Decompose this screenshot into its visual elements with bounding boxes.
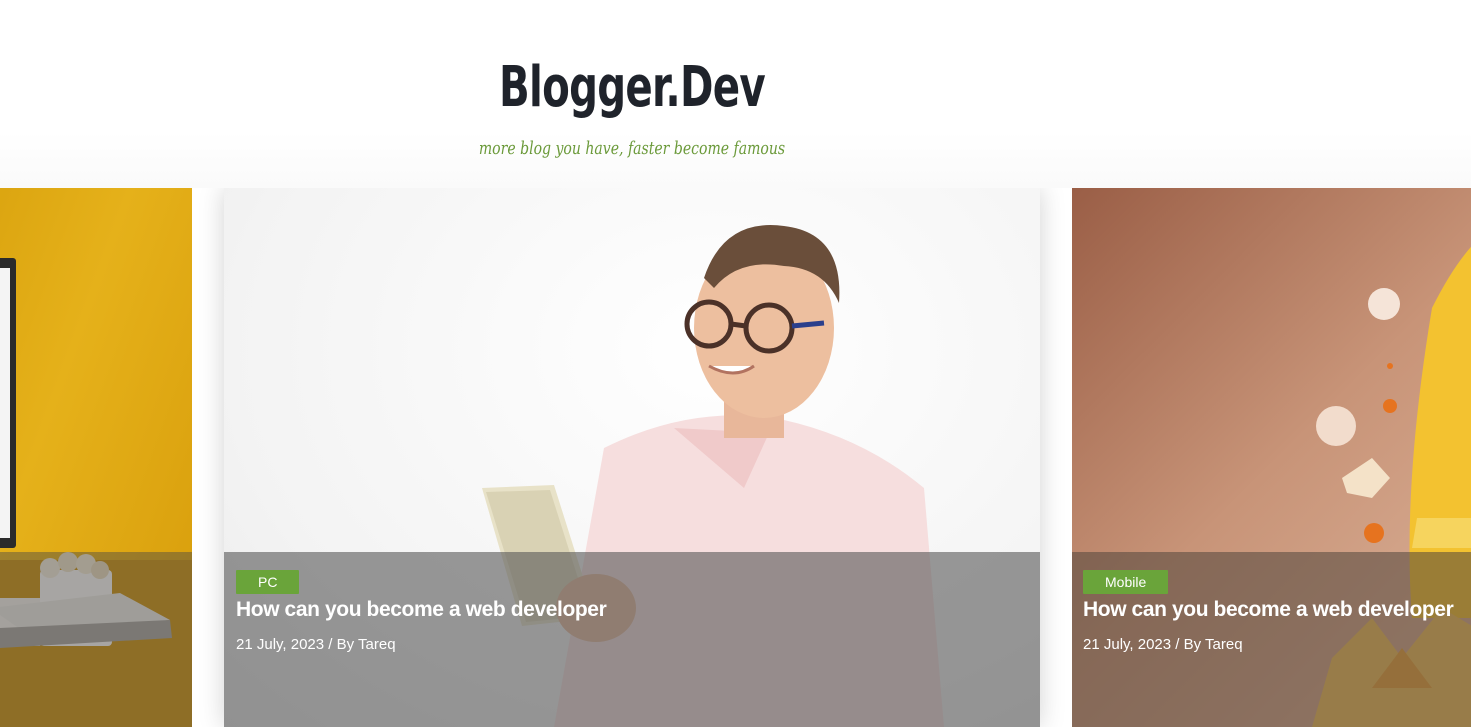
post-slider[interactable]: PC How can you become a web developer 21… bbox=[0, 188, 1471, 727]
slide-caption-overlay bbox=[0, 552, 192, 727]
site-tagline: more blog you have, faster become famous bbox=[478, 138, 786, 159]
slide-caption-overlay: PC How can you become a web developer 21… bbox=[224, 552, 1040, 727]
slide-card-prev[interactable] bbox=[0, 188, 192, 727]
slide-card-active[interactable]: PC How can you become a web developer 21… bbox=[224, 188, 1040, 727]
category-badge[interactable]: Mobile bbox=[1083, 570, 1169, 594]
slide-card-next[interactable]: Mobile How can you become a web develope… bbox=[1072, 188, 1471, 727]
post-title[interactable]: How can you become a web developer bbox=[1083, 598, 1454, 622]
category-badge[interactable]: PC bbox=[236, 570, 300, 594]
post-meta: 21 July, 2023 / By Tareq bbox=[236, 636, 396, 653]
post-title[interactable]: How can you become a web developer bbox=[236, 598, 607, 622]
post-meta: 21 July, 2023 / By Tareq bbox=[1083, 636, 1243, 653]
slide-caption-overlay: Mobile How can you become a web develope… bbox=[1072, 552, 1471, 727]
site-title[interactable]: Blogger.Dev bbox=[488, 55, 776, 120]
site-header: Blogger.Dev more blog you have, faster b… bbox=[0, 0, 1471, 188]
